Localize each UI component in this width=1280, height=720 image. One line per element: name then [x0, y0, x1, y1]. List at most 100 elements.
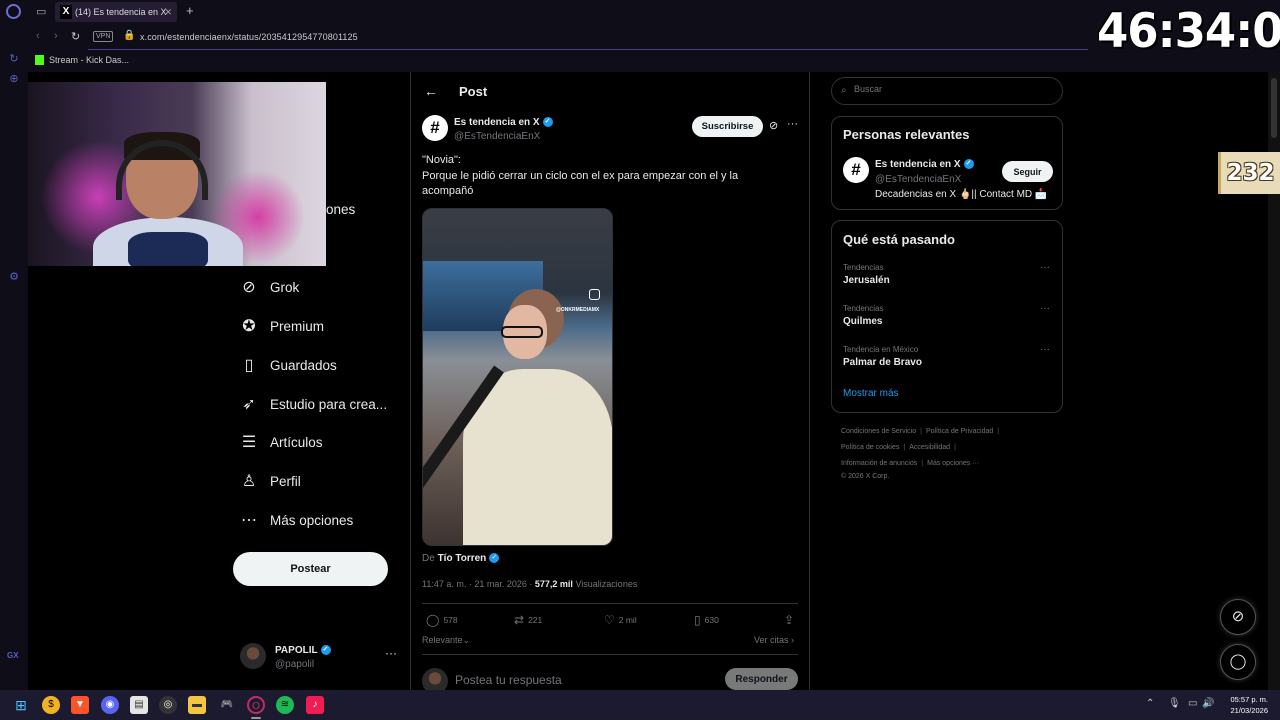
grok-fab[interactable]: ⊘ [1220, 599, 1256, 635]
nav-item-premium[interactable]: ✪ Premium [240, 311, 324, 341]
relevant-person-avatar[interactable]: # [843, 157, 869, 183]
reply-input[interactable]: Postea tu respuesta [455, 673, 562, 687]
more-icon[interactable]: ··· [787, 118, 798, 130]
more-icon[interactable]: ··· [1040, 262, 1050, 273]
microphone-icon[interactable]: 🎙 [1168, 698, 1181, 709]
coin-app-icon[interactable]: $ [42, 696, 60, 714]
nav-item-articulos[interactable]: ☰ Artículos [240, 427, 323, 457]
windows-start-icon[interactable]: ⊞ [12, 696, 30, 714]
close-tab-icon[interactable]: ✕ [164, 2, 172, 22]
back-arrow-icon[interactable]: ← [424, 83, 438, 99]
nav-label: Perfil [270, 473, 301, 489]
nav-label: Grok [270, 279, 300, 295]
nav-item-grok[interactable]: ⊘ Grok [240, 272, 299, 302]
reply-sort-dropdown[interactable]: Relevante⌄ [422, 635, 470, 646]
account-handle: @papolil [275, 659, 315, 670]
brave-icon[interactable]: ▼ [71, 696, 89, 714]
footer-cookies[interactable]: Política de cookies [841, 444, 899, 451]
nav-label: Más opciones [270, 512, 354, 528]
chevron-up-icon[interactable]: ⌃ [1146, 698, 1154, 709]
obs-icon[interactable]: ◎ [159, 696, 177, 714]
source-attribution: De Tío Torren ✓ [422, 553, 500, 564]
relevant-person-name[interactable]: Es tendencia en X ✓ [875, 159, 974, 170]
volume-icon[interactable]: 🔊 [1202, 698, 1214, 709]
post-button[interactable]: Postear [233, 552, 388, 586]
footer-terms[interactable]: Condiciones de Servicio [841, 428, 916, 435]
more-icon[interactable]: ··· [385, 646, 397, 660]
post-video[interactable]: @ONKRMEDIAMX [422, 208, 613, 546]
author-name[interactable]: Es tendencia en X ✓ [454, 117, 553, 128]
trend-item[interactable]: Quilmes [843, 316, 882, 327]
instagram-icon [589, 289, 600, 300]
nav-item-partial-label[interactable]: ones [326, 202, 355, 217]
source-name[interactable]: Tío Torren [438, 553, 487, 564]
back-icon[interactable]: ‹ [36, 30, 40, 42]
trend-item[interactable]: Jerusalén [843, 275, 890, 286]
share-action[interactable]: ⇪ [784, 613, 798, 627]
forward-icon[interactable]: › [54, 30, 58, 42]
opera-logo-icon[interactable] [6, 4, 21, 19]
follow-button[interactable]: Seguir [1002, 161, 1053, 182]
new-tab-icon[interactable]: + [186, 3, 194, 18]
author-avatar[interactable]: # [422, 115, 448, 141]
controller-icon[interactable]: ⊕ [7, 72, 21, 86]
nav-item-perfil[interactable]: ♙ Perfil [240, 466, 301, 496]
nav-item-more-options[interactable]: ⋯ Más opciones [240, 505, 353, 535]
repost-action[interactable]: ⇄ 221 [514, 613, 542, 627]
lock-icon[interactable]: 🔒 [123, 30, 135, 41]
footer-ads[interactable]: Información de anuncios [841, 460, 917, 467]
footer-privacy[interactable]: Política de Privacidad [926, 428, 993, 435]
account-switcher[interactable]: PAPOLIL ✓ @papolil ··· [240, 643, 400, 673]
view-quotes-link[interactable]: Ver citas › [754, 635, 794, 645]
grok-icon[interactable]: ⊘ [769, 119, 778, 132]
avatar [422, 668, 448, 690]
search-icon: ⌕ [841, 85, 847, 96]
more-icon[interactable]: ··· [1040, 303, 1050, 314]
relevant-person-handle[interactable]: @EsTendenciaEnX [875, 174, 961, 185]
search-input[interactable] [854, 84, 1054, 94]
show-more-link[interactable]: Mostrar más [843, 388, 899, 399]
refresh-circle-icon[interactable]: ↻ [7, 52, 21, 66]
nav-item-guardados[interactable]: ▯ Guardados [240, 350, 337, 380]
scrollbar-thumb[interactable] [1271, 78, 1277, 138]
bookmark-action[interactable]: ▯ 630 [694, 613, 719, 627]
trend-item[interactable]: Palmar de Bravo [843, 357, 922, 368]
bookmark-kick[interactable]: Stream - Kick Das... [49, 55, 129, 65]
chat-bubble-icon: ◯ [1229, 653, 1247, 670]
system-clock[interactable]: 05:57 p. m. 21/03/2026 [1226, 694, 1268, 716]
discord-icon[interactable]: ◉ [101, 696, 119, 714]
views-label: Visualizaciones [575, 579, 638, 589]
reply-icon: ◯ [426, 613, 440, 627]
profile-icon: ♙ [241, 473, 257, 490]
reload-icon[interactable]: ↻ [71, 30, 80, 43]
bookmark-icon: ▯ [694, 613, 701, 627]
browser-tab[interactable]: X (14) Es tendencia en X ✕ [55, 2, 177, 22]
reply-button[interactable]: Responder [725, 668, 798, 690]
tiktok-icon[interactable]: ♪ [306, 696, 324, 714]
url-field[interactable]: x.com/estendenciaenx/status/203541295477… [140, 32, 358, 42]
webcam-person-shirt-print [128, 232, 208, 266]
messages-fab[interactable]: ◯ [1220, 644, 1256, 680]
footer-copyright: © 2026 X Corp. [841, 473, 890, 480]
author-handle[interactable]: @EsTendenciaEnX [454, 131, 540, 142]
opera-gx-icon[interactable]: O [247, 696, 265, 714]
footer-accessibility[interactable]: Accesibilidad [909, 444, 950, 451]
settings-icon[interactable]: ⚙ [7, 270, 21, 284]
nav-label: Guardados [270, 357, 337, 373]
store-icon[interactable]: ▤ [130, 696, 148, 714]
trend-category: Tendencias [843, 263, 884, 272]
network-icon[interactable]: ▭ [1188, 698, 1197, 709]
spotify-icon[interactable]: ≋ [276, 696, 294, 714]
gamepad-icon[interactable]: 🎮 [218, 696, 236, 714]
nav-item-studio[interactable]: ➶ Estudio para crea... [240, 389, 387, 419]
like-action[interactable]: ♡ 2 mil [604, 613, 637, 627]
reply-action[interactable]: ◯ 578 [426, 613, 458, 627]
vpn-badge[interactable]: VPN [93, 31, 114, 42]
post-timestamp[interactable]: 11:47 a. m. · 21 mar. 2026 · [422, 579, 532, 589]
footer-more[interactable]: Más opciones ··· [927, 460, 979, 467]
search-box[interactable]: ⌕ [831, 77, 1063, 105]
subscribe-button[interactable]: Suscribirse [692, 116, 763, 137]
more-icon[interactable]: ··· [1040, 344, 1050, 355]
folder-icon[interactable]: ▬ [188, 696, 206, 714]
tab-overview-icon[interactable]: ▭ [36, 5, 46, 18]
